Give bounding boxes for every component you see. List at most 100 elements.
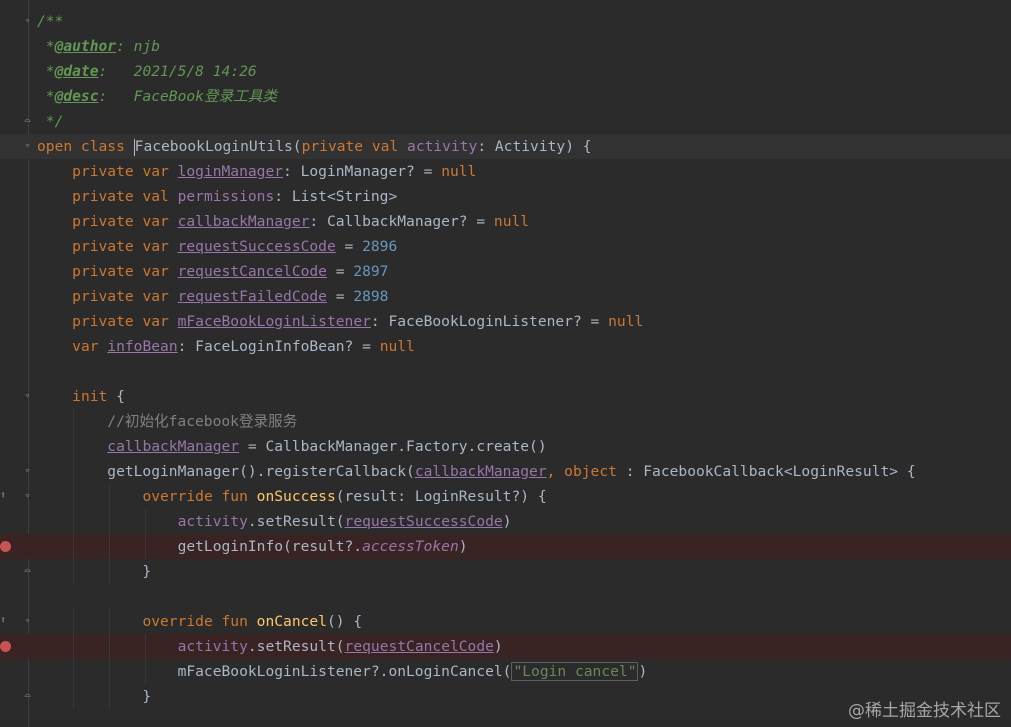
fold-collapse-icon[interactable]: ⌔ (22, 16, 33, 27)
code-token: : List<String> (274, 188, 398, 205)
fold-end-icon[interactable]: ⌓ (22, 116, 33, 127)
code-token: activity (407, 138, 478, 155)
code-token: //初始化facebook登录服务 (107, 413, 298, 430)
code-token: { (107, 388, 125, 405)
code-token: } (37, 688, 152, 705)
code-token: var (72, 338, 108, 355)
code-token: activity (177, 513, 248, 530)
code-text: //初始化facebook登录服务 (37, 409, 297, 434)
code-line[interactable]: *@author: njb (0, 34, 1011, 59)
code-line[interactable]: ⌔ getLoginManager().registerCallback(cal… (0, 459, 1011, 484)
code-line[interactable]: ⌔ init { (0, 384, 1011, 409)
code-line[interactable]: private var requestSuccessCode = 2896 (0, 234, 1011, 259)
code-text: */ (37, 109, 64, 134)
code-text: mFaceBookLoginListener?.onLoginCancel("L… (37, 659, 647, 684)
code-token: requestFailedCode (177, 288, 327, 305)
code-token: /** (37, 13, 64, 30)
code-token: FacebookLoginUtils( (134, 138, 302, 155)
code-token: requestCancelCode (177, 263, 327, 280)
code-text: open class FacebookLoginUtils(private va… (37, 134, 592, 159)
code-line[interactable]: private var loginManager: LoginManager? … (0, 159, 1011, 184)
fold-collapse-icon[interactable]: ⌔ (22, 141, 33, 152)
code-line[interactable]: callbackManager = CallbackManager.Factor… (0, 434, 1011, 459)
code-token: private var (72, 213, 178, 230)
code-line[interactable]: private var requestCancelCode = 2897 (0, 259, 1011, 284)
code-token: infoBean (107, 338, 178, 355)
watermark: @稀土掘金技术社区 (848, 701, 1001, 721)
code-token: mFaceBookLoginListener?.onLoginCancel( (37, 663, 512, 680)
fold-collapse-icon[interactable]: ⌔ (22, 616, 33, 627)
code-line[interactable]: var infoBean: FaceLoginInfoBean? = null (0, 334, 1011, 359)
code-line[interactable]: *@date: 2021/5/8 14:26 (0, 59, 1011, 84)
code-token: requestCancelCode (344, 638, 494, 655)
code-token: loginManager (177, 163, 284, 180)
code-line[interactable]: mFaceBookLoginListener?.onLoginCancel("L… (0, 659, 1011, 684)
code-token: onSuccess (256, 488, 336, 505)
code-line[interactable] (0, 359, 1011, 384)
code-token: ) (458, 538, 468, 555)
code-token: : LoginManager? = (283, 163, 442, 180)
code-token: () { (326, 613, 363, 630)
code-token: requestSuccessCode (177, 238, 336, 255)
code-token: = CallbackManager.Factory.create() (239, 438, 547, 455)
fold-end-icon[interactable]: ⌓ (22, 691, 33, 702)
code-line[interactable] (0, 584, 1011, 609)
code-token: private var (72, 263, 178, 280)
code-line[interactable]: ⌔ /** (0, 9, 1011, 34)
code-editor[interactable]: ⌔ /** *@author: njb *@date: 2021/5/8 14:2… (0, 0, 1011, 727)
code-line[interactable]: activity.setResult(requestSuccessCode) (0, 509, 1011, 534)
code-line[interactable]: *@desc: FaceBook登录工具类 (0, 84, 1011, 109)
override-marker-icon[interactable]: ⬆ (0, 490, 9, 502)
code-token: "Login cancel" (511, 662, 639, 681)
code-token: open class (37, 138, 134, 155)
code-token: = (326, 288, 354, 305)
code-text: override fun onCancel() { (37, 609, 362, 634)
code-line[interactable]: private var requestFailedCode = 2898 (0, 284, 1011, 309)
code-text: activity.setResult(requestSuccessCode) (37, 509, 512, 534)
code-token: getLoginManager().registerCallback( (37, 463, 415, 480)
breakpoint-icon[interactable] (0, 641, 11, 652)
code-line[interactable]: getLoginInfo(result?.accessToken) (0, 534, 1011, 559)
code-token: accessToken (362, 538, 459, 555)
code-text: callbackManager = CallbackManager.Factor… (37, 434, 547, 459)
code-line[interactable]: private var callbackManager: CallbackMan… (0, 209, 1011, 234)
code-line[interactable]: private val permissions: List<String> (0, 184, 1011, 209)
code-token: .setResult( (247, 513, 345, 530)
code-line[interactable]: activity.setResult(requestCancelCode) (0, 634, 1011, 659)
code-text: /** (37, 9, 63, 34)
override-marker-icon[interactable]: ⬆ (0, 615, 9, 627)
code-line[interactable]: //初始化facebook登录服务 (0, 409, 1011, 434)
code-text: getLoginInfo(result?.accessToken) (37, 534, 468, 559)
code-text: getLoginManager().registerCallback(callb… (37, 459, 915, 484)
code-line[interactable]: ⌓ } (0, 559, 1011, 584)
code-line[interactable]: ⌓ */ (0, 109, 1011, 134)
code-token: : CallbackManager? = (309, 213, 494, 230)
code-line[interactable]: ⌔ ⬆ override fun onSuccess(result: LoginR… (0, 484, 1011, 509)
breakpoint-icon[interactable] (0, 541, 11, 552)
code-token: = (335, 238, 363, 255)
code-text: *@date: 2021/5/8 14:26 (37, 59, 257, 84)
fold-collapse-icon[interactable]: ⌔ (22, 466, 33, 477)
code-token: : Activity) { (477, 138, 592, 155)
code-token: private var (72, 238, 178, 255)
code-token: private val (72, 188, 178, 205)
code-token: .setResult( (247, 638, 345, 655)
code-text: private var requestCancelCode = 2897 (37, 259, 388, 284)
code-token: null (493, 213, 530, 230)
code-line[interactable]: private var mFaceBookLoginListener: Face… (0, 309, 1011, 334)
fold-collapse-icon[interactable]: ⌔ (22, 391, 33, 402)
code-line[interactable]: ⌔ ⬆ override fun onCancel() { (0, 609, 1011, 634)
fold-end-icon[interactable]: ⌓ (22, 566, 33, 577)
fold-collapse-icon[interactable]: ⌔ (22, 491, 33, 502)
code-line[interactable]: ⌔ open class FacebookLoginUtils(private v… (0, 134, 1011, 159)
